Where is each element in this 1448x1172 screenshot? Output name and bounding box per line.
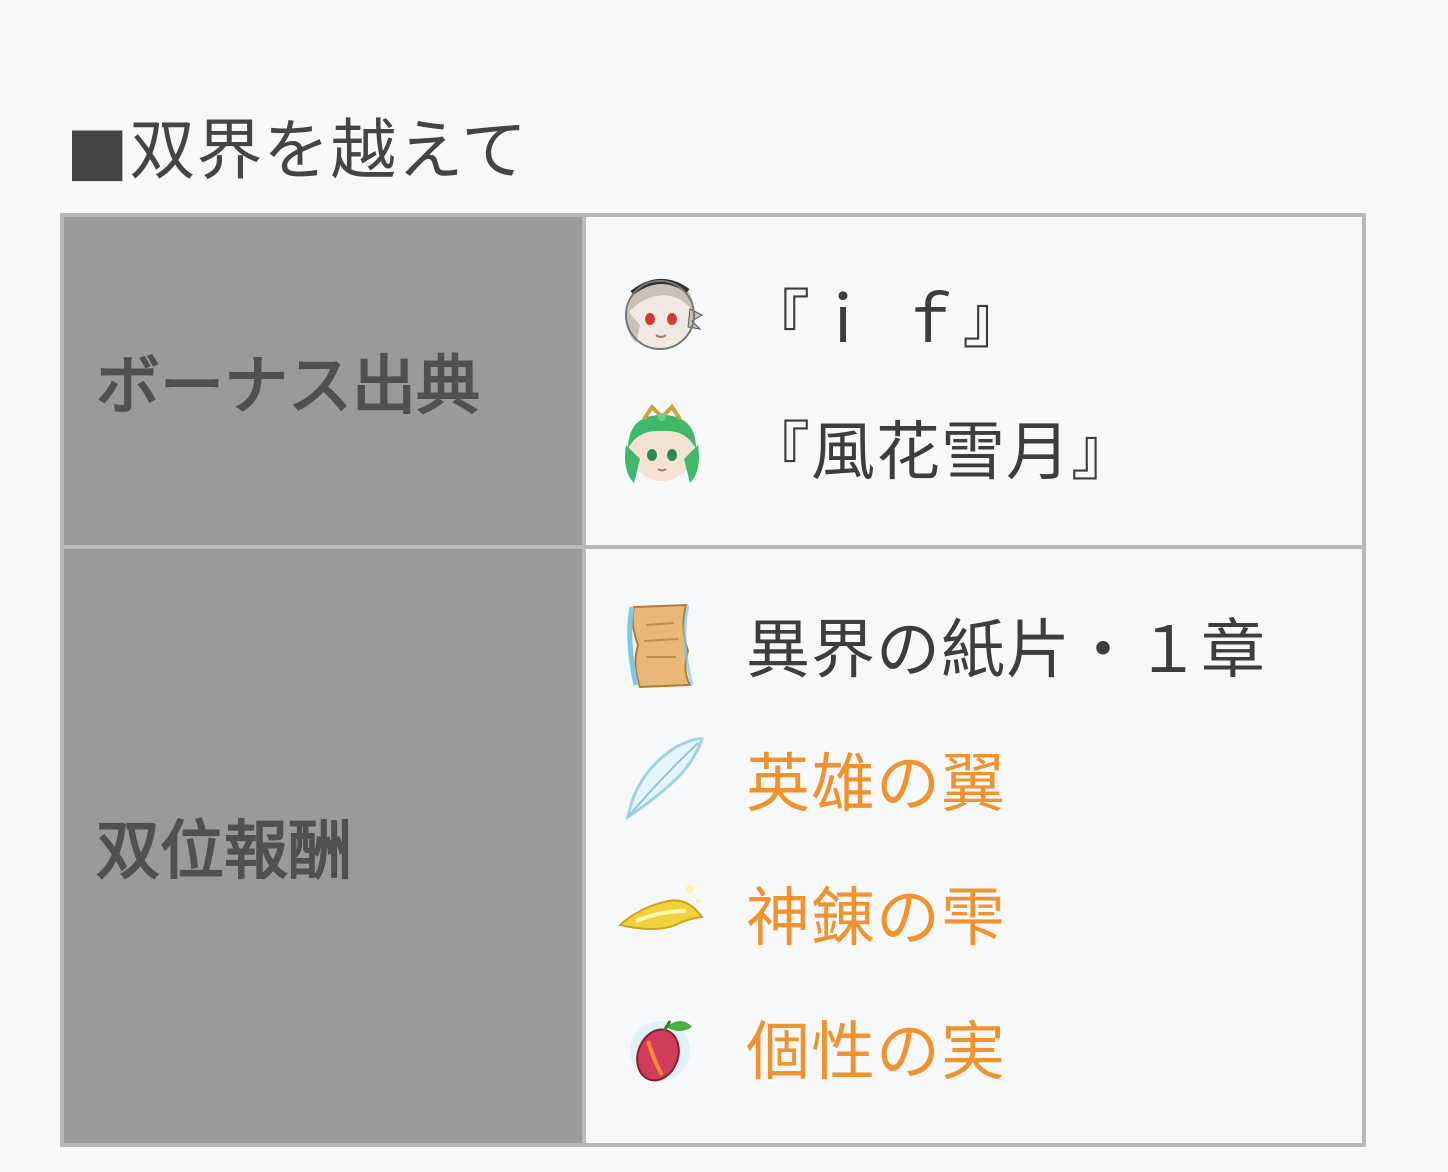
reward-entry-label[interactable]: 英雄の翼 (746, 733, 1006, 825)
bonus-header-cell: ボーナス出典 (60, 213, 586, 549)
reward-entries-cell: 異界の紙片・１章 英雄の翼 神錬の雫 個性の実 (582, 545, 1366, 1147)
reward-entry-paper-fragment: 異界の紙片・１章 (616, 578, 1362, 712)
green-hair-heroine-portrait-icon (616, 401, 708, 493)
reward-entry-label[interactable]: 神錬の雫 (746, 867, 1006, 959)
fruit-icon (616, 1001, 708, 1093)
page: ■双界を越えて ボーナス出典 『ｉ ｆ』 『風花雪月』 双位報酬 異界の紙片・１… (0, 0, 1448, 1172)
bonus-entry-label: 『ｉ ｆ』 (746, 284, 1028, 358)
reward-header-cell: 双位報酬 (60, 545, 586, 1147)
heroine-portrait-icon (616, 269, 708, 361)
event-info-table: ボーナス出典 『ｉ ｆ』 『風花雪月』 双位報酬 異界の紙片・１章 英雄の翼 神… (60, 213, 1366, 1147)
reward-entry-label[interactable]: 個性の実 (746, 1001, 1006, 1093)
section-heading: ■双界を越えて (66, 112, 529, 189)
table-row-bonus: ボーナス出典 『ｉ ｆ』 『風花雪月』 (60, 213, 1366, 549)
reward-entry-label: 異界の紙片・１章 (746, 614, 1266, 688)
reward-entry-hero-feather[interactable]: 英雄の翼 (616, 712, 1362, 846)
parchment-scroll-icon (616, 599, 708, 691)
golden-drop-icon (616, 867, 708, 959)
table-row-reward: 双位報酬 異界の紙片・１章 英雄の翼 神錬の雫 個性の実 (60, 545, 1366, 1147)
bonus-entry-if: 『ｉ ｆ』 (616, 249, 1362, 381)
bonus-entries-cell: 『ｉ ｆ』 『風花雪月』 (582, 213, 1366, 549)
reward-entry-divine-dew[interactable]: 神錬の雫 (616, 846, 1362, 980)
bonus-entry-three-houses: 『風花雪月』 (616, 381, 1362, 513)
feather-icon (616, 733, 708, 825)
bonus-entry-label: 『風花雪月』 (746, 416, 1136, 490)
reward-entry-trait-fruit[interactable]: 個性の実 (616, 980, 1362, 1114)
